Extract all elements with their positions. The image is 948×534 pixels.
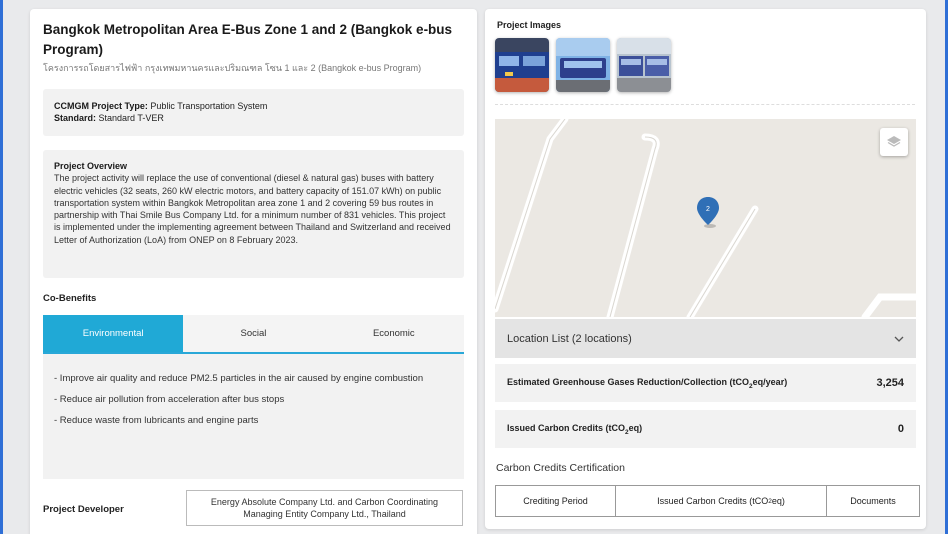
standard-value: Standard T-VER xyxy=(98,113,164,123)
cobenefits-heading: Co-Benefits xyxy=(43,293,97,304)
project-image-thumb-1[interactable] xyxy=(495,38,549,92)
ghg-reduction-value: 3,254 xyxy=(876,377,904,389)
standard-row: Standard: Standard T-VER xyxy=(54,112,453,124)
ghg-reduction-label: Estimated Greenhouse Gases Reduction/Col… xyxy=(507,376,788,390)
issued-credits-label: Issued Carbon Credits (tCO2eq) xyxy=(507,422,643,436)
location-list-toggle[interactable]: Location List (2 locations) xyxy=(495,319,916,358)
certification-table-header: Crediting Period Issued Carbon Credits (… xyxy=(495,485,920,517)
col-issued-credits[interactable]: Issued Carbon Credits (tCO 2 eq) xyxy=(616,486,827,516)
tab-economic[interactable]: Economic xyxy=(324,315,464,352)
project-thai-title: โครงการรถโดยสารไฟฟ้า กรุงเทพมหานครและปริ… xyxy=(43,63,422,73)
list-item: - Reduce waste from lubricants and engin… xyxy=(54,415,259,426)
col-documents[interactable]: Documents xyxy=(827,486,919,516)
cobenefits-list: - Improve air quality and reduce PM2.5 p… xyxy=(54,368,453,431)
project-title: Bangkok Metropolitan Area E-Bus Zone 1 a… xyxy=(43,22,453,57)
project-overview-heading: Project Overview xyxy=(54,161,128,171)
project-overview-text: The project activity will replace the us… xyxy=(54,173,451,245)
project-details-card: Bangkok Metropolitan Area E-Bus Zone 1 a… xyxy=(30,9,477,534)
map-marker-label: 2 xyxy=(706,206,710,213)
standard-label: Standard: xyxy=(54,113,97,123)
tab-social[interactable]: Social xyxy=(183,315,323,352)
tab-environmental[interactable]: Environmental xyxy=(43,315,184,352)
layers-button[interactable] xyxy=(880,128,908,156)
project-type-box: CCMGM Project Type: Public Transportatio… xyxy=(43,89,464,136)
project-type-value: Public Transportation System xyxy=(150,101,268,111)
project-type-label: CCMGM Project Type: xyxy=(54,101,148,111)
issued-credits-row: Issued Carbon Credits (tCO2eq) 0 xyxy=(495,410,916,448)
project-image-thumb-3[interactable] xyxy=(617,38,671,92)
col-crediting-period[interactable]: Crediting Period xyxy=(496,486,616,516)
images-divider xyxy=(495,104,915,105)
project-developer-label: Project Developer xyxy=(43,504,124,515)
map-marker-icon[interactable]: 2 xyxy=(696,197,720,229)
chevron-down-icon xyxy=(894,336,904,342)
cobenefits-content: - Improve air quality and reduce PM2.5 p… xyxy=(43,354,464,479)
ghg-reduction-row: Estimated Greenhouse Gases Reduction/Col… xyxy=(495,364,916,402)
issued-credits-value: 0 xyxy=(897,423,904,435)
certification-heading: Carbon Credits Certification xyxy=(496,462,625,474)
location-map[interactable]: 2 xyxy=(495,119,916,317)
location-list-label: Location List (2 locations) xyxy=(507,332,632,345)
project-overview-box: Project Overview The project activity wi… xyxy=(43,150,464,278)
project-type-row: CCMGM Project Type: Public Transportatio… xyxy=(54,100,453,112)
list-item: - Reduce air pollution from acceleration… xyxy=(54,394,285,405)
project-image-thumb-2[interactable] xyxy=(556,38,610,92)
project-images-label: Project Images xyxy=(497,20,562,30)
cobenefits-tabs: Environmental Social Economic xyxy=(43,315,464,354)
project-media-card: Project Images 2 Location List (2 locati… xyxy=(485,9,926,529)
list-item: - Improve air quality and reduce PM2.5 p… xyxy=(54,373,424,384)
layers-icon xyxy=(887,136,901,147)
project-developer-value: Energy Absolute Company Ltd. and Carbon … xyxy=(186,490,463,526)
